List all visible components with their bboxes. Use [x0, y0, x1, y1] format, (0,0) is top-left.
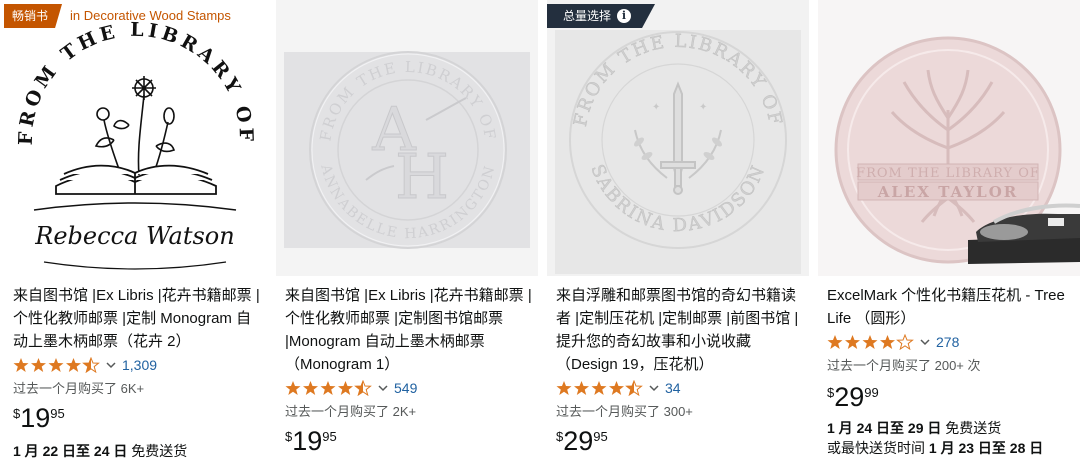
product-title[interactable]: 来自图书馆 |Ex Libris |花卉书籍邮票 |个性化教师邮票 |定制图书馆… [285, 284, 533, 376]
stamp-name-text: Rebecca Watson [34, 222, 234, 250]
fastest-delivery-prefix: 或最快送货时间 [827, 440, 925, 456]
chevron-down-icon[interactable] [378, 383, 388, 393]
delivery-dates: 1 月 24 日至 29 日 [827, 420, 942, 436]
stamp-arc-text: FROM THE LIBRARY OF [15, 19, 253, 146]
svg-text:FROM THE LIBRARY OF: FROM THE LIBRARY OF [15, 19, 257, 146]
fastest-delivery-info: 或最快送货时间 1 月 23 日至 28 日 [827, 438, 1079, 458]
product-rating[interactable]: 549 [285, 380, 417, 396]
price-fraction: 95 [50, 406, 65, 421]
price-symbol: $ [556, 429, 564, 444]
bought-last-month: 过去一个月购买了 2K+ [285, 404, 417, 419]
price-fraction: 95 [593, 429, 608, 444]
rating-count[interactable]: 278 [936, 334, 959, 350]
delivery-note: 免费送货 [131, 443, 188, 459]
stamp-floral-book-image: FROM THE LIBRARY OF Rebecca Watson [15, 19, 257, 270]
svg-text:✦: ✦ [699, 102, 707, 113]
product-card: FROM THE LIBRARY OF Rebecca Watson 畅销书 i… [4, 0, 266, 463]
product-price[interactable]: $ 19 95 [13, 403, 65, 433]
price-fraction: 99 [864, 385, 879, 400]
best-seller-badge: 畅销书 [4, 4, 63, 28]
product-card: FROM THE LIBRARY OF SABRINA DAVIDSON ✦ ✦… [547, 0, 809, 463]
product-image[interactable]: FROM THE LIBRARY OF SABRINA DAVIDSON ✦ ✦… [547, 0, 809, 276]
product-title[interactable]: 来自浮雕和邮票图书馆的奇幻书籍读者 |定制压花机 |定制邮票 |前图书馆 |提升… [556, 284, 804, 376]
price-whole: 29 [834, 382, 865, 412]
price-whole: 29 [563, 426, 594, 456]
seal-banner-top: FROM THE LIBRARY OF [856, 166, 1040, 181]
monogram-letter-h: H [395, 140, 449, 213]
delivery-info: 1 月 24 日至 29 日 免费送货 [827, 418, 1079, 438]
info-icon[interactable]: i [617, 9, 632, 23]
embossed-tree-seal-image: FROM THE LIBRARY OF ALEX TAYLOR [834, 36, 1080, 264]
product-card: FROM THE LIBRARY OF ANNABELLE HARRINGTON… [276, 0, 538, 463]
chevron-down-icon[interactable] [920, 337, 930, 347]
rating-count[interactable]: 549 [394, 380, 417, 396]
product-card: FROM THE LIBRARY OF ALEX TAYLOR ExcelMar… [818, 0, 1080, 463]
price-whole: 19 [292, 426, 323, 456]
delivery-dates: 1 月 22 日至 24 日 [13, 443, 128, 459]
price-symbol: $ [13, 406, 21, 421]
product-image[interactable]: FROM THE LIBRARY OF ALEX TAYLOR [818, 0, 1080, 276]
product-rating[interactable]: 34 [556, 380, 681, 396]
product-title[interactable]: ExcelMark 个性化书籍压花机 - Tree Life （圆形） [827, 284, 1075, 330]
rating-count[interactable]: 34 [665, 380, 681, 396]
star-rating-icon [285, 380, 373, 396]
chevron-down-icon[interactable] [106, 360, 116, 370]
price-fraction: 95 [322, 429, 337, 444]
price-symbol: $ [285, 429, 293, 444]
delivery-note: 免费送货 [945, 420, 1002, 436]
bought-last-month: 过去一个月购买了 300+ [556, 404, 693, 419]
best-seller-category[interactable]: in Decorative Wood Stamps [70, 4, 231, 28]
fastest-delivery-dates: 1 月 23 日至 28 日 [928, 440, 1044, 456]
product-price[interactable]: $ 29 95 [556, 426, 608, 456]
star-rating-icon [556, 380, 644, 396]
product-price[interactable]: $ 29 99 [827, 382, 879, 412]
product-image[interactable]: FROM THE LIBRARY OF ANNABELLE HARRINGTON… [276, 0, 538, 276]
product-image[interactable]: FROM THE LIBRARY OF Rebecca Watson 畅销书 i… [4, 0, 266, 276]
bought-last-month: 过去一个月购买了 200+ 次 [827, 358, 981, 373]
star-rating-icon [827, 334, 915, 350]
product-title[interactable]: 来自图书馆 |Ex Libris |花卉书籍邮票 |个性化教师邮票 |定制 Mo… [13, 284, 261, 353]
overall-pick-label: 总量选择 [563, 9, 612, 23]
seal-banner-name: ALEX TAYLOR [877, 183, 1019, 201]
product-grid: FROM THE LIBRARY OF Rebecca Watson 畅销书 i… [0, 0, 1080, 463]
overall-pick-badge: 总量选择 i [547, 4, 656, 28]
bought-last-month: 过去一个月购买了 6K+ [13, 381, 145, 396]
product-rating[interactable]: 1,309 [13, 357, 157, 373]
svg-text:✦: ✦ [652, 102, 660, 113]
rating-count[interactable]: 1,309 [122, 357, 157, 373]
product-rating[interactable]: 278 [827, 334, 959, 350]
chevron-down-icon[interactable] [649, 383, 659, 393]
delivery-info: 1 月 22 日至 24 日 免费送货 [13, 441, 265, 461]
embossed-dagger-image: FROM THE LIBRARY OF SABRINA DAVIDSON ✦ ✦ [555, 30, 801, 274]
embossed-monogram-image: FROM THE LIBRARY OF ANNABELLE HARRINGTON… [284, 51, 530, 249]
star-rating-icon [13, 357, 101, 373]
price-whole: 19 [20, 403, 51, 433]
price-symbol: $ [827, 385, 835, 400]
product-price[interactable]: $ 19 95 [285, 426, 337, 456]
